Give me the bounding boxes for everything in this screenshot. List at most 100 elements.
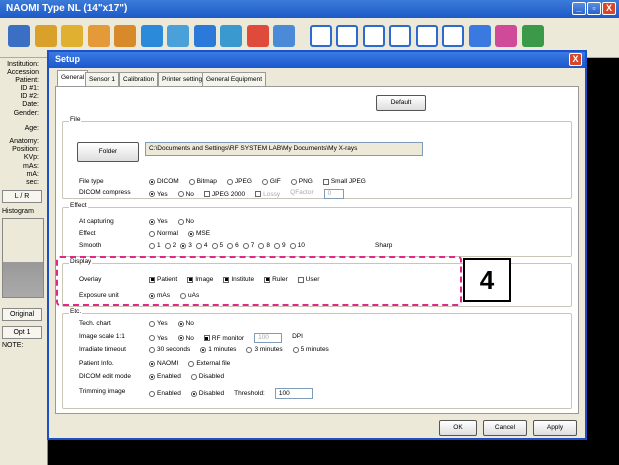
user-icon[interactable] [34,25,57,47]
folder-path-field: C:\Documents and Settings\RF SYSTEM LAB\… [145,142,423,156]
radio-smooth-10[interactable]: 10 [289,242,305,249]
close-button[interactable]: X [602,2,616,15]
radio-timeout-1m[interactable]: 1 minutes [200,346,236,353]
radio-gif[interactable]: GIF [261,178,281,185]
qfactor-field[interactable]: 0 [323,189,344,199]
radio-smooth-6[interactable]: 6 [227,242,239,249]
tab-panel-general: Default File Folder C:\Documents and Set… [55,86,579,414]
ok-button[interactable]: OK [439,420,477,436]
radio-smooth-9[interactable]: 9 [274,242,286,249]
info-label: Position: [12,146,39,153]
layout-1-icon[interactable] [309,25,332,47]
radio-dicomedit-disabled[interactable]: Disabled [190,373,224,380]
info-label: Date: [22,101,39,108]
tab-printer-setting[interactable]: Printer setting [158,72,207,86]
display-highlight-box [56,256,462,306]
layout-6-icon[interactable] [442,25,464,47]
radio-smooth-2[interactable]: 2 [164,242,176,249]
dialog-close-button[interactable]: X [569,53,582,66]
dpi-field[interactable]: 100 [254,333,283,343]
dicom-edit-mode-options: Enabled Disabled [149,373,224,380]
checkbox-rf-monitor[interactable]: RF monitor [203,333,244,343]
lr-button[interactable]: L / R [2,190,42,203]
sharp-label: Sharp [375,242,393,249]
rotate-icon[interactable] [140,25,163,47]
info-label: ID #1: [20,85,39,92]
lock-icon[interactable] [521,25,544,47]
radio-smooth-4[interactable]: 4 [195,242,208,249]
radio-tech-yes[interactable]: Yes [149,320,168,327]
patient-info-options: NAOMI External file [149,360,230,367]
redo-icon[interactable] [246,25,269,47]
radio-trim-disabled[interactable]: Disabled [190,390,224,397]
radio-patinfo-external[interactable]: External file [188,360,230,367]
radio-smooth-5[interactable]: 5 [211,242,223,249]
histogram-label: Histogram [2,208,34,215]
radio-capturing-no[interactable]: No [177,218,194,225]
dicom-edit-mode-label: DICOM edit mode [79,373,132,380]
radio-dicom[interactable]: DICOM [149,178,179,185]
text-icon[interactable] [273,25,295,47]
tab-general-equipment[interactable]: General Equipment [202,72,267,86]
radio-timeout-3m[interactable]: 3 minutes [246,346,283,353]
maximize-button[interactable]: ▫ [587,2,601,15]
image-scale-label: Image scale 1:1 [79,333,125,340]
tab-general[interactable]: General [57,70,89,87]
save-icon[interactable] [87,25,110,47]
tab-sensor-1[interactable]: Sensor 1 [85,72,120,86]
effect-legend: Effect [69,202,88,209]
tab-calibration[interactable]: Calibration [119,72,159,86]
tech-chart-label: Tech. chart [79,320,111,327]
radio-timeout-5m[interactable]: 5 minutes [292,346,329,353]
radio-jpeg[interactable]: JPEG [226,178,252,185]
undo-icon[interactable] [220,25,242,47]
etc-group: Etc. Tech. chart Yes No Image scale 1:1 … [62,308,572,409]
radio-scale-no[interactable]: No [177,333,194,343]
smooth-label: Smooth [79,242,102,249]
original-button[interactable]: Original [2,308,42,321]
radio-bitmap[interactable]: Bitmap [188,178,217,185]
radio-smooth-3[interactable]: 3 [180,242,192,249]
folder-button[interactable]: Folder [77,142,139,162]
info-label: sec: [26,179,39,186]
irradiate-timeout-label: Irradiate timeout [79,346,126,353]
default-button[interactable]: Default [376,95,426,111]
apply-button[interactable]: Apply [533,420,577,436]
info-label: Age: [24,125,39,132]
opt-button[interactable]: Opt 1 [2,326,42,339]
layout-3-icon[interactable] [362,25,385,47]
layout-4-icon[interactable] [389,25,411,47]
radio-patinfo-naomi[interactable]: NAOMI [149,360,178,367]
radio-effect-normal[interactable]: Normal [149,230,178,237]
radio-trim-enabled[interactable]: Enabled [149,390,181,397]
minimize-button[interactable]: _ [572,2,586,15]
checkbox-small-jpeg[interactable]: Small JPEG [322,178,366,185]
flip-icon[interactable] [193,25,216,47]
radio-smooth-1[interactable]: 1 [149,242,161,249]
radio-timeout-30s[interactable]: 30 seconds [149,346,190,353]
dialog-titlebar: Setup X [49,52,585,68]
radio-compress-yes[interactable]: Yes [149,189,168,199]
zoom-icon[interactable] [167,25,189,47]
layout-5-icon[interactable] [415,25,438,47]
radio-tech-no[interactable]: No [177,320,194,327]
layout-2-icon[interactable] [336,25,358,47]
radio-scale-yes[interactable]: Yes [149,333,168,343]
camera-icon[interactable] [8,25,30,47]
radio-smooth-8[interactable]: 8 [258,242,270,249]
checkbox-lossy[interactable]: Lossy [255,189,280,199]
radio-png[interactable]: PNG [290,178,313,185]
checkbox-jpeg2000[interactable]: JPEG 2000 [203,189,245,199]
radio-compress-no[interactable]: No [177,189,194,199]
tools-icon[interactable] [495,25,517,47]
cancel-button[interactable]: Cancel [483,420,527,436]
folder-icon[interactable] [61,25,83,47]
radio-capturing-yes[interactable]: Yes [149,218,168,225]
radio-effect-mse[interactable]: MSE [187,230,210,237]
at-capturing-label: At capturing [79,218,114,225]
radio-smooth-7[interactable]: 7 [242,242,254,249]
heart-icon[interactable] [468,25,491,47]
threshold-field[interactable]: 100 [274,388,313,399]
radio-dicomedit-enabled[interactable]: Enabled [149,373,181,380]
print-icon[interactable] [114,25,136,47]
